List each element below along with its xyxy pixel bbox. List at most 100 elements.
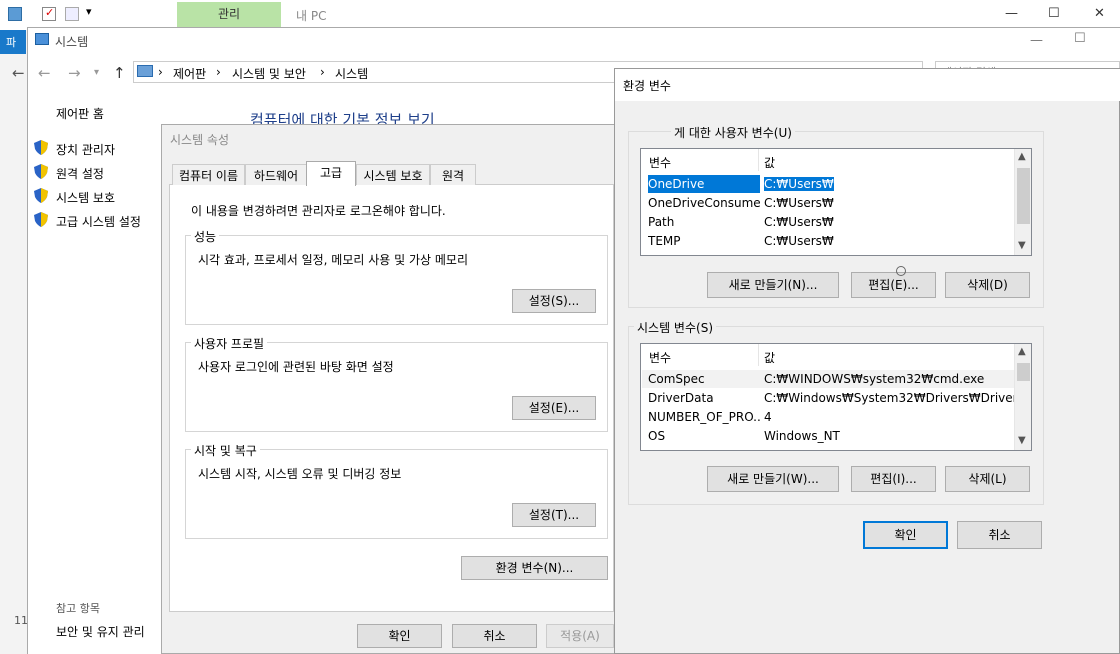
user-profiles-label: 사용자 프로필: [191, 335, 268, 352]
scroll-down-icon[interactable]: ▼: [1018, 240, 1026, 251]
system-var-row[interactable]: DriverData C:₩Windows₩System32₩Drivers₩Dr…: [642, 389, 1031, 407]
control-panel-icon: [137, 65, 153, 77]
system-new-button[interactable]: 새로 만들기(W)...: [707, 466, 839, 492]
user-new-button[interactable]: 새로 만들기(N)...: [707, 272, 839, 298]
column-divider[interactable]: [758, 149, 759, 171]
ok-button[interactable]: 확인: [357, 624, 442, 648]
tab-hardware[interactable]: 하드웨어: [245, 164, 307, 185]
var-name: DriverData: [648, 391, 714, 405]
close-icon[interactable]: ✕: [1094, 6, 1105, 21]
computer-icon: [8, 7, 22, 21]
system-var-row[interactable]: ComSpec C:₩WINDOWS₩system32₩cmd.exe: [642, 370, 1014, 388]
tab-system-protection[interactable]: 시스템 보호: [356, 164, 430, 185]
properties-icon[interactable]: ✓: [42, 6, 56, 21]
file-tab[interactable]: 파: [0, 30, 26, 54]
var-name: NUMBER_OF_PRO...: [648, 410, 760, 424]
user-variables-list[interactable]: 변수 값 OneDrive C:₩Users₩ OneDriveConsumer C…: [640, 148, 1032, 256]
env-ok-button[interactable]: 확인: [863, 521, 948, 549]
var-value: 4: [764, 410, 772, 424]
performance-desc: 시각 효과, 프로세서 일정, 메모리 사용 및 가상 메모리: [198, 253, 468, 267]
column-header-variable[interactable]: 변수: [649, 154, 671, 171]
minimize-icon[interactable]: —: [1005, 6, 1018, 21]
system-properties-title: 시스템 속성: [170, 133, 230, 147]
breadcrumb-system[interactable]: 시스템: [335, 65, 368, 82]
var-value: C:₩WINDOWS₩system32₩cmd.exe: [764, 372, 985, 386]
system-delete-button[interactable]: 삭제(L): [945, 466, 1030, 492]
recent-dropdown-icon[interactable]: ▾: [94, 67, 99, 78]
column-header-value[interactable]: 값: [764, 349, 775, 366]
var-name: ComSpec: [648, 372, 705, 386]
startup-recovery-settings-button[interactable]: 설정(T)...: [512, 503, 596, 527]
explorer-titlebar: [0, 0, 1120, 30]
device-manager-link[interactable]: 장치 관리자: [56, 141, 115, 158]
user-var-row[interactable]: Path C:₩Users₩: [642, 213, 1014, 231]
system-var-row[interactable]: NUMBER_OF_PRO... 4: [642, 408, 1014, 426]
control-panel-home-link[interactable]: 제어판 홈: [56, 105, 104, 122]
env-cancel-button[interactable]: 취소: [957, 521, 1042, 549]
user-var-row[interactable]: OneDriveConsumer C:₩Users₩: [642, 194, 1014, 212]
user-var-row[interactable]: TEMP C:₩Users₩: [642, 232, 1014, 250]
maximize-icon[interactable]: ☐: [1048, 6, 1060, 21]
user-variables-label: 게 대한 사용자 변수(U): [671, 124, 795, 141]
breadcrumb-separator-icon: ›: [320, 65, 325, 79]
security-maintenance-link[interactable]: 보안 및 유지 관리: [56, 623, 145, 640]
var-name: OS: [648, 429, 666, 443]
see-also-label: 참고 항목: [56, 602, 100, 615]
performance-settings-button[interactable]: 설정(S)...: [512, 289, 596, 313]
tab-advanced[interactable]: 고급: [306, 161, 356, 186]
system-edit-button[interactable]: 편집(I)...: [851, 466, 936, 492]
system-window-title: 시스템: [55, 35, 89, 49]
back-icon[interactable]: ←: [38, 64, 51, 82]
explorer-window-title: 내 PC: [296, 9, 327, 23]
ribbon-tab-manage[interactable]: 관리: [177, 2, 281, 27]
user-list-scrollbar[interactable]: ▲ ▼: [1014, 149, 1031, 255]
forward-icon[interactable]: →: [68, 64, 81, 82]
environment-variables-button[interactable]: 환경 변수(N)...: [461, 556, 608, 580]
tab-computer-name[interactable]: 컴퓨터 이름: [172, 164, 245, 185]
system-list-scrollbar[interactable]: ▲ ▼: [1014, 344, 1031, 450]
new-folder-icon[interactable]: [65, 7, 79, 21]
column-header-variable[interactable]: 변수: [649, 349, 671, 366]
performance-label: 성능: [191, 228, 220, 245]
var-value: C:₩Users₩: [764, 234, 834, 248]
explorer-nav-strip: [0, 30, 28, 654]
breadcrumb-system-security[interactable]: 시스템 및 보안: [232, 65, 306, 82]
back-arrow-icon[interactable]: ←: [12, 64, 25, 82]
system-maximize-icon[interactable]: ☐: [1074, 31, 1086, 46]
var-value: C:₩Users₩: [764, 215, 834, 229]
up-icon[interactable]: ↑: [113, 64, 126, 82]
scroll-thumb[interactable]: [1017, 363, 1030, 381]
env-titlebar: [615, 69, 1120, 101]
scroll-thumb[interactable]: [1017, 168, 1030, 224]
system-var-row[interactable]: OS Windows_NT: [642, 427, 1014, 445]
user-profiles-settings-button[interactable]: 설정(E)...: [512, 396, 596, 420]
admin-notice: 이 내용을 변경하려면 관리자로 로그온해야 합니다.: [191, 204, 446, 218]
column-divider[interactable]: [758, 344, 759, 366]
shield-icon: [34, 212, 48, 227]
user-delete-button[interactable]: 삭제(D): [945, 272, 1030, 298]
cancel-button[interactable]: 취소: [452, 624, 537, 648]
var-value: C:₩Users₩: [764, 196, 834, 210]
scroll-down-icon[interactable]: ▼: [1018, 435, 1026, 446]
system-icon: [35, 33, 49, 45]
user-edit-button[interactable]: 편집(E)...: [851, 272, 936, 298]
system-variables-list[interactable]: 변수 값 ComSpec C:₩WINDOWS₩system32₩cmd.exe …: [640, 343, 1032, 451]
var-value: C:₩Users₩: [764, 177, 834, 191]
quick-access-dropdown-icon[interactable]: ▾: [86, 5, 92, 18]
user-var-row[interactable]: OneDrive C:₩Users₩: [642, 175, 1014, 193]
column-header-value[interactable]: 값: [764, 154, 775, 171]
scroll-up-icon[interactable]: ▲: [1018, 151, 1026, 162]
var-value: C:₩Windows₩System32₩Drivers₩DriverData: [764, 391, 1032, 405]
tab-remote[interactable]: 원격: [430, 164, 476, 185]
shield-icon: [34, 164, 48, 179]
startup-recovery-label: 시작 및 복구: [191, 442, 260, 459]
apply-button[interactable]: 적용(A): [546, 624, 614, 648]
var-name: OneDrive: [648, 175, 760, 193]
user-profiles-desc: 사용자 로그인에 관련된 바탕 화면 설정: [198, 360, 394, 374]
advanced-system-settings-link[interactable]: 고급 시스템 설정: [56, 213, 141, 230]
breadcrumb-control-panel[interactable]: 제어판: [173, 65, 206, 82]
system-minimize-icon[interactable]: —: [1030, 33, 1043, 48]
remote-settings-link[interactable]: 원격 설정: [56, 165, 104, 182]
system-protection-link[interactable]: 시스템 보호: [56, 189, 115, 206]
scroll-up-icon[interactable]: ▲: [1018, 346, 1026, 357]
